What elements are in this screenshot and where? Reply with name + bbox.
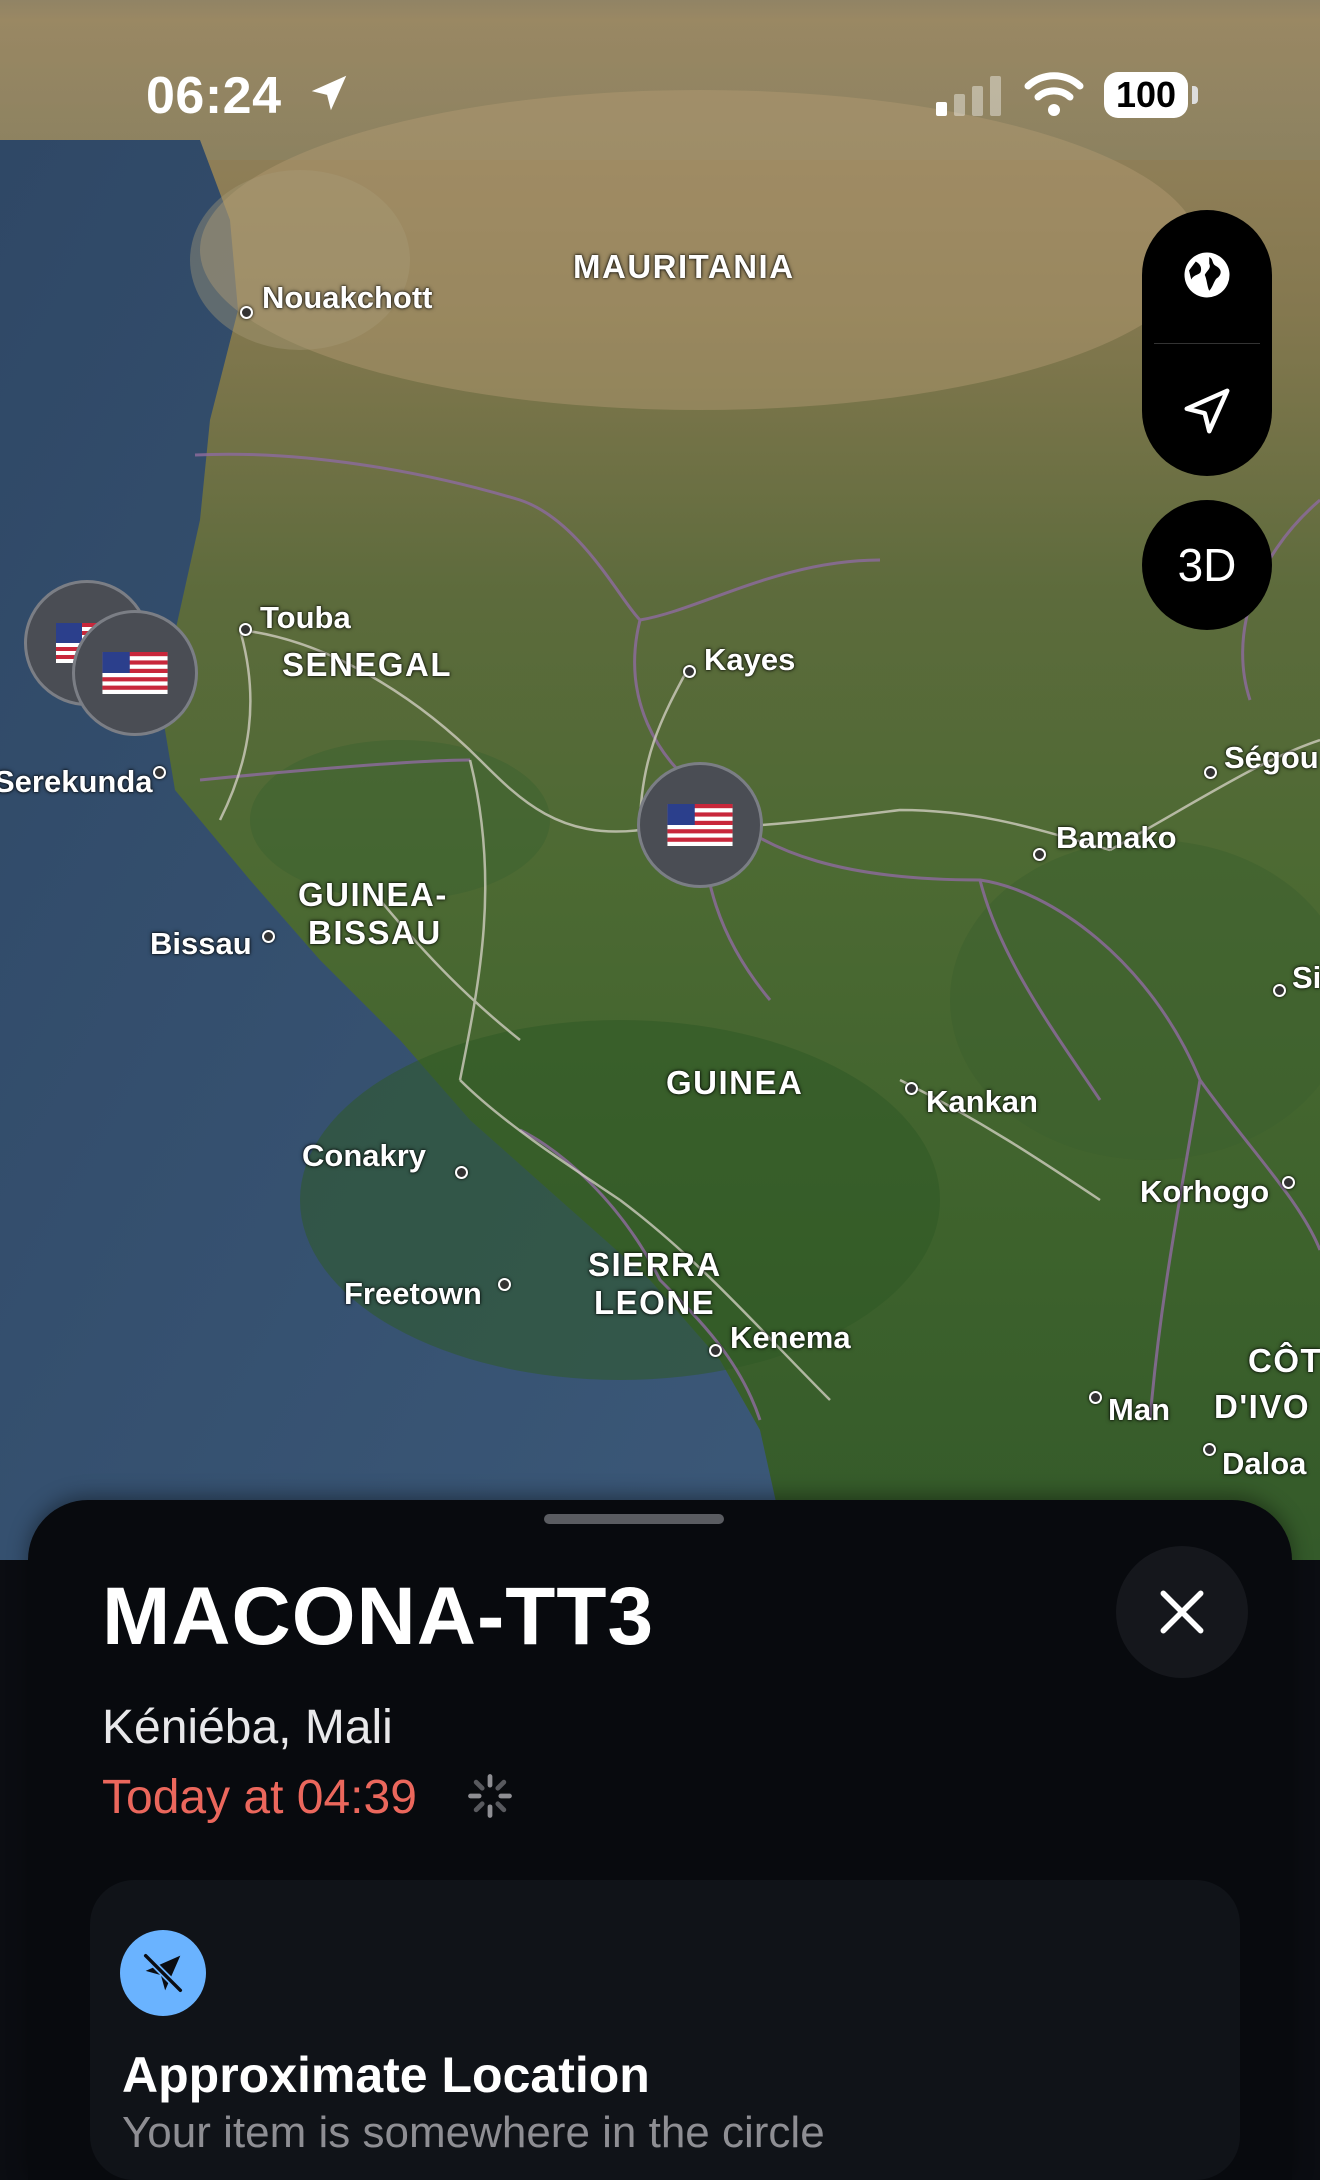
country-label: BISSAU <box>308 914 442 951</box>
map-controls <box>1142 210 1272 476</box>
country-label: LEONE <box>594 1284 716 1321</box>
city-label: Si <box>1292 960 1320 995</box>
us-flag-icon <box>102 652 168 694</box>
city-label: Nouakchott <box>262 280 433 315</box>
country-label: MAURITANIA <box>573 248 795 285</box>
city-label: Korhogo <box>1140 1174 1270 1209</box>
city-dot <box>1033 848 1046 861</box>
control-divider <box>1154 343 1260 344</box>
country-label: SENEGAL <box>282 646 453 683</box>
city-label: Bissau <box>150 926 252 961</box>
view-3d-button[interactable]: 3D <box>1142 500 1272 630</box>
location-services-icon <box>311 75 347 111</box>
city-label: Bamako <box>1056 820 1177 855</box>
city-label: Kenema <box>730 1320 851 1355</box>
city-dot <box>262 930 275 943</box>
city-dot <box>1282 1176 1295 1189</box>
city-dot <box>1089 1391 1102 1404</box>
city-dot <box>455 1166 468 1179</box>
selected-item-pin[interactable] <box>637 762 763 888</box>
sheet-grabber[interactable] <box>544 1514 724 1524</box>
item-title: MACONA-TT3 <box>102 1571 655 1662</box>
us-flag-icon <box>667 804 733 846</box>
last-seen-time: Today at 04:39 <box>102 1771 417 1824</box>
city-label: Ségou <box>1224 740 1319 775</box>
city-label: Freetown <box>344 1276 482 1311</box>
city-label: Man <box>1108 1392 1170 1427</box>
city-dot <box>498 1278 511 1291</box>
city-label: Conakry <box>302 1138 427 1173</box>
city-dot <box>1273 984 1286 997</box>
country-label: SIERRA <box>588 1246 722 1283</box>
country-label: GUINEA <box>666 1064 804 1101</box>
city-dot <box>1204 766 1217 779</box>
cellular-signal-icon <box>936 76 1001 116</box>
city-dot <box>905 1082 918 1095</box>
location-arrow-icon <box>1184 388 1230 434</box>
status-bar: 06:24 100 <box>0 0 1320 160</box>
country-label: CÔT <box>1248 1342 1320 1379</box>
city-label: Kayes <box>704 642 796 677</box>
wifi-icon <box>1024 72 1084 116</box>
approximate-location-title: Approximate Location <box>122 2047 650 2103</box>
city-dot <box>240 306 253 319</box>
clock: 06:24 <box>146 67 282 125</box>
city-label: Daloa <box>1222 1446 1307 1481</box>
country-label: GUINEA- <box>298 876 448 913</box>
close-icon <box>1160 1590 1204 1634</box>
city-label: Touba <box>260 600 351 635</box>
close-button[interactable] <box>1116 1546 1248 1678</box>
city-label: Kankan <box>926 1084 1038 1119</box>
city-dot <box>1203 1443 1216 1456</box>
locate-button[interactable] <box>1142 346 1272 476</box>
city-label: Serekunda <box>0 764 153 799</box>
approximate-location-subtitle: Your item is somewhere in the circle <box>122 2108 825 2157</box>
globe-icon <box>1184 252 1230 298</box>
item-pin-flag[interactable] <box>72 610 198 736</box>
location-slash-icon <box>142 1952 184 1994</box>
city-dot <box>709 1344 722 1357</box>
battery-level: 100 <box>1104 72 1188 118</box>
country-label: D'IVO <box>1214 1388 1311 1425</box>
city-dot <box>683 665 696 678</box>
battery-cap <box>1192 86 1198 104</box>
approximate-location-badge <box>120 1930 206 2016</box>
city-dot <box>153 766 166 779</box>
loading-spinner-icon <box>468 1774 512 1818</box>
city-dot <box>239 623 252 636</box>
map-mode-button[interactable] <box>1142 210 1272 340</box>
item-location: Kéniéba, Mali <box>102 1701 393 1754</box>
